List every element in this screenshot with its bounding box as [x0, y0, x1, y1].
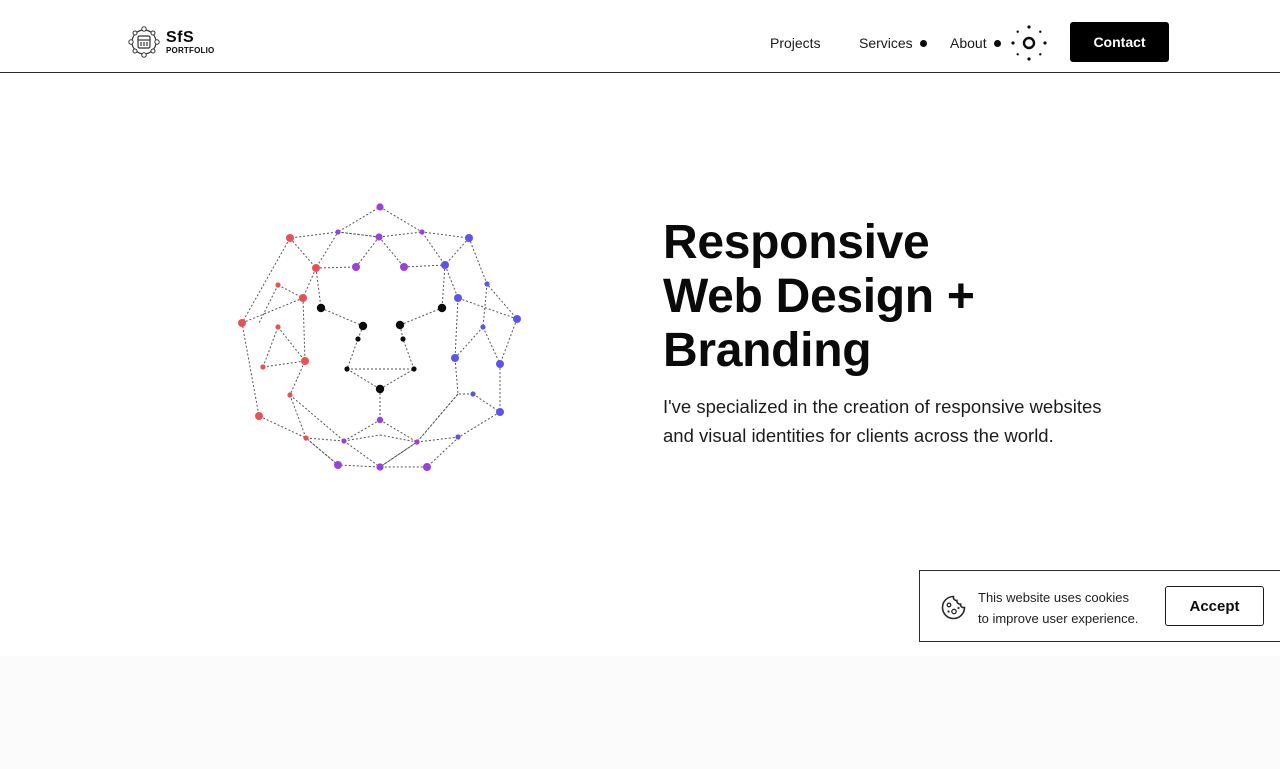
hero-title: Responsive Web Design + Branding: [663, 216, 1143, 378]
cookie-banner: This website uses cookies to improve use…: [919, 570, 1280, 642]
logo-text: SfS PORTFOLIO: [166, 28, 215, 55]
sun-icon[interactable]: [1010, 24, 1048, 62]
hero-title-line: Web Design +: [663, 270, 975, 323]
nav-item-projects[interactable]: Projects: [770, 35, 821, 51]
hero-subtitle-line: and visual identities for clients across…: [663, 425, 1054, 446]
nav-label: Projects: [770, 35, 821, 51]
cookie-icon: [941, 595, 966, 620]
hero-subtitle-line: I've specialized in the creation of resp…: [663, 396, 1102, 417]
logo[interactable]: SfS PORTFOLIO: [127, 25, 222, 59]
hero-subtitle: I've specialized in the creation of resp…: [663, 392, 1163, 450]
page: SfS PORTFOLIO Projects Services About Co…: [0, 0, 1280, 769]
cookie-message: This website uses cookies to improve use…: [978, 587, 1138, 629]
logo-icon: [128, 26, 160, 58]
dot-icon: [993, 39, 1001, 47]
accept-cookies-button[interactable]: Accept: [1165, 586, 1264, 626]
cookie-message-line: to improve user experience.: [978, 611, 1139, 626]
logo-subtitle: PORTFOLIO: [166, 45, 215, 55]
hero-title-line: Responsive: [663, 216, 930, 269]
dot-icon: [919, 39, 927, 47]
contact-button[interactable]: Contact: [1070, 22, 1169, 62]
hero-title-line: Branding: [663, 324, 872, 377]
nav-label: Services: [859, 35, 913, 51]
nav-item-services[interactable]: Services: [859, 35, 927, 51]
nav-label: About: [950, 35, 987, 51]
next-section: [0, 656, 1280, 769]
cookie-message-line: This website uses cookies: [978, 590, 1130, 605]
logo-mark: SfS: [166, 28, 195, 46]
lion-face-network-icon: [238, 203, 521, 471]
site-header: SfS PORTFOLIO Projects Services About Co…: [0, 0, 1280, 73]
nav-item-about[interactable]: About: [950, 35, 1001, 51]
